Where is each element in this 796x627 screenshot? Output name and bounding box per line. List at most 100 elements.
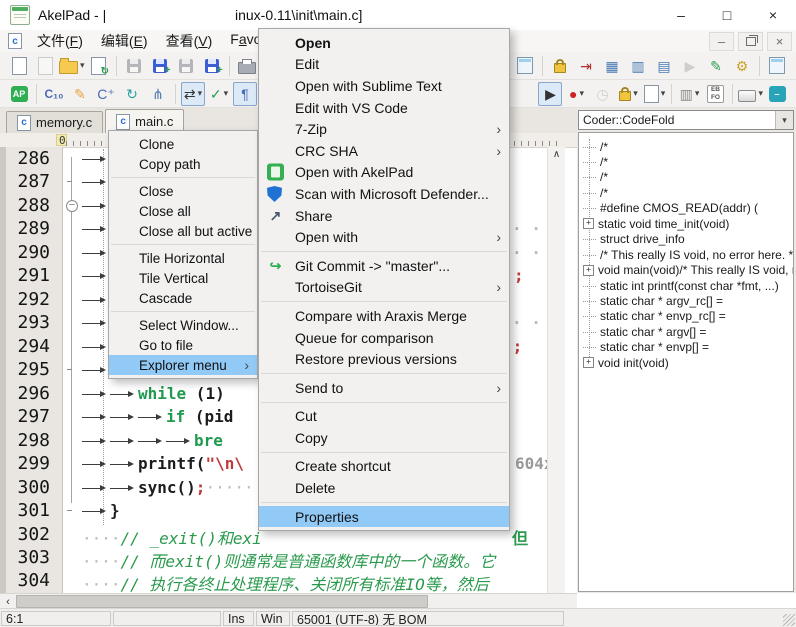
menu-item-copy-path[interactable]: Copy path (109, 154, 257, 174)
encoding-badge-button[interactable]: EBFO (703, 82, 727, 106)
menu-item-share[interactable]: ↗Share (259, 205, 509, 227)
menu-item-open-with-akelpad[interactable]: Open with AkelPad (259, 162, 509, 184)
scroll-sync-dropdown-icon[interactable]: ▾ (695, 88, 700, 99)
menu-f[interactable]: 文件(F) (28, 31, 92, 51)
word-wrap-dropdown-icon[interactable]: ▾ (198, 88, 203, 99)
spellcheck-button[interactable]: ✓▾ (207, 82, 231, 106)
cpp-refresh-button[interactable]: ↻ (120, 82, 144, 106)
akelpad-plugin-button[interactable]: AP (7, 82, 31, 106)
tree-item-static-int-printf-const-char-fmt[interactable]: static int printf(const char *fmt, ...) (583, 278, 779, 293)
mdi-close-button[interactable]: × (767, 32, 792, 51)
print-button[interactable] (235, 54, 259, 78)
indent-button[interactable]: ⇥ (574, 54, 598, 78)
minimize-to-tray-button[interactable]: – (765, 82, 789, 106)
menu-item-edit-with-vs-code[interactable]: Edit with VS Code (259, 97, 509, 119)
tree-item-void-init-void[interactable]: +void init(void) (583, 355, 669, 370)
word-wrap-button[interactable]: ⇄▾ (181, 82, 205, 106)
code-tree-button[interactable]: ⋔ (146, 82, 170, 106)
menu-item-7-zip[interactable]: 7-Zip› (259, 118, 509, 140)
cpp-template-button[interactable]: C⁺ (94, 82, 118, 106)
save-all-button[interactable]: + (200, 54, 224, 78)
tree-item-static-char-envp[interactable]: static char * envp[] = (583, 340, 709, 355)
mdi-restore-button[interactable] (738, 32, 763, 51)
combobox-dropdown-icon[interactable]: ▾ (775, 111, 793, 129)
spellcheck-dropdown-icon[interactable]: ▾ (224, 88, 229, 99)
resize-grip[interactable] (783, 614, 795, 626)
menu-item-crc-sha[interactable]: CRC SHA› (259, 140, 509, 162)
save-button[interactable] (122, 54, 146, 78)
tree-item-item[interactable]: /* (583, 185, 608, 200)
templates-button[interactable]: ▾ (642, 82, 666, 106)
play-button[interactable]: ▶ (678, 54, 702, 78)
tree-item-item[interactable]: /* (583, 139, 608, 154)
menu-item-open-with[interactable]: Open with› (259, 226, 509, 248)
tree-expand-icon[interactable]: + (583, 218, 594, 229)
lock-button[interactable] (548, 54, 572, 78)
plugin-selector-combobox[interactable]: Coder::CodeFold ▾ (578, 110, 794, 130)
scroll-sync-button[interactable]: ▥▾ (677, 82, 701, 106)
record-macro-dropdown-icon[interactable]: ▾ (579, 88, 584, 99)
menu-item-select-window[interactable]: Select Window... (109, 315, 257, 335)
tree-expand-icon[interactable]: + (583, 265, 594, 276)
status-caret-position[interactable]: 6:1 (1, 611, 111, 626)
menu-e[interactable]: 编辑(E) (92, 31, 157, 51)
menu-item-create-shortcut[interactable]: Create shortcut (259, 456, 509, 478)
tree-item-struct-drive-info[interactable]: struct drive_info (583, 232, 685, 247)
menu-item-tile-horizontal[interactable]: Tile Horizontal (109, 248, 257, 268)
scroll-left-arrow-icon[interactable]: ‹ (0, 595, 16, 609)
tab-memory-c[interactable]: cmemory.c (6, 111, 103, 133)
keyboard-layout-button[interactable]: ▾ (738, 82, 763, 106)
maximize-button[interactable]: □ (704, 0, 750, 30)
new-window-button[interactable] (33, 54, 57, 78)
tree-item-static-char-argv[interactable]: static char * argv[] = (583, 324, 706, 339)
menu-item-copy[interactable]: Copy (259, 427, 509, 449)
minimize-button[interactable]: – (658, 0, 704, 30)
menu-item-tile-vertical[interactable]: Tile Vertical (109, 268, 257, 288)
menu-item-close-all-but-active[interactable]: Close all but active (109, 221, 257, 241)
scroll-up-arrow-icon[interactable]: ∧ (548, 147, 565, 162)
reopen-file-button[interactable]: ↻ (87, 54, 111, 78)
status-insert-mode[interactable]: Ins (223, 611, 254, 626)
new-file-button[interactable] (7, 54, 31, 78)
menu-item-send-to[interactable]: Send to› (259, 377, 509, 399)
code-line[interactable]: 303····// 而exit()则通常是普通函数库中的一个函数。它 (0, 546, 577, 570)
tree-item-static-char-argv-rc[interactable]: static char * argv_rc[] = (583, 294, 723, 309)
tree-item-this-really-is-void-no-error-here[interactable]: /* This really IS void, no error here. *… (583, 247, 794, 262)
menu-v[interactable]: 查看(V) (157, 31, 222, 51)
settings-gear-button[interactable]: ⚙ (730, 54, 754, 78)
horizontal-scroll-thumb[interactable] (16, 595, 428, 608)
code-line[interactable]: 304····// 执行各终止处理程序、关闭所有标准IO等，然后 (0, 569, 577, 593)
menu-item-explorer-menu[interactable]: Explorer menu› (109, 355, 257, 375)
read-only-button[interactable]: ▾ (616, 82, 640, 106)
fold-collapse-icon[interactable]: – (66, 200, 78, 212)
menu-item-properties[interactable]: Properties (259, 506, 509, 528)
menu-item-git-commit-master[interactable]: ↪Git Commit -> "master"... (259, 255, 509, 277)
menu-item-close[interactable]: Close (109, 181, 257, 201)
horizontal-scrollbar[interactable]: ‹ (0, 593, 577, 609)
menu-item-edit[interactable]: Edit (259, 54, 509, 76)
menu-item-scan-with-microsoft-defender[interactable]: Scan with Microsoft Defender... (259, 183, 509, 205)
tree-item-item[interactable]: /* (583, 154, 608, 169)
split-vertical-button[interactable]: ▥ (626, 54, 650, 78)
templates-dropdown-icon[interactable]: ▾ (661, 88, 666, 99)
menu-item-close-all[interactable]: Close all (109, 201, 257, 221)
menu-item-delete[interactable]: Delete (259, 477, 509, 499)
menu-item-restore-previous-versions[interactable]: Restore previous versions (259, 348, 509, 370)
tree-item-static-char-envp-rc[interactable]: static char * envp_rc[] = (583, 309, 726, 324)
menu-item-cascade[interactable]: Cascade (109, 288, 257, 308)
open-file-dropdown-icon[interactable]: ▾ (80, 60, 85, 71)
show-paragraph-button[interactable]: ¶ (233, 82, 257, 106)
tree-item-static-void-time-init-void[interactable]: +static void time_init(void) (583, 216, 729, 231)
menu-item-open-with-sublime-text[interactable]: Open with Sublime Text (259, 75, 509, 97)
tree-item-define-cmos-read-addr[interactable]: #define CMOS_READ(addr) ( (583, 201, 758, 216)
split-horizontal-button[interactable]: ▤ (652, 54, 676, 78)
keyboard-layout-dropdown-icon[interactable]: ▾ (758, 88, 763, 99)
record-macro-button[interactable]: ●▾ (564, 82, 588, 106)
line-numbers-button[interactable]: C₁₀ (42, 82, 66, 106)
save-as-button[interactable]: + (148, 54, 172, 78)
menu-item-tortoisegit[interactable]: TortoiseGit› (259, 277, 509, 299)
menu-item-cut[interactable]: Cut (259, 406, 509, 428)
mdi-minimize-button[interactable]: – (709, 32, 734, 51)
codefold-tree[interactable]: /*/*/*/*#define CMOS_READ(addr) (+static… (578, 132, 794, 592)
menu-item-go-to-file[interactable]: Go to file (109, 335, 257, 355)
